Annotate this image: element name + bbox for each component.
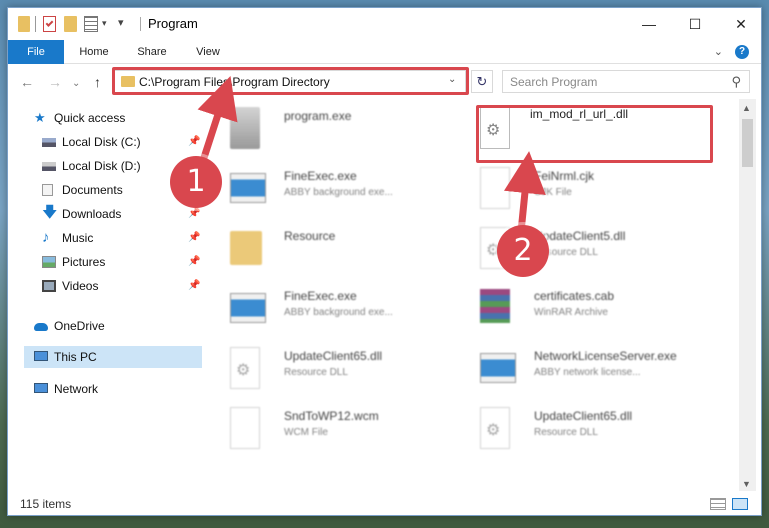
annotation-arrows [196, 76, 546, 233]
arrow-to-target-file [504, 151, 546, 233]
step-1-badge: 1 [170, 156, 222, 208]
step-2-badge: 2 [497, 225, 549, 277]
